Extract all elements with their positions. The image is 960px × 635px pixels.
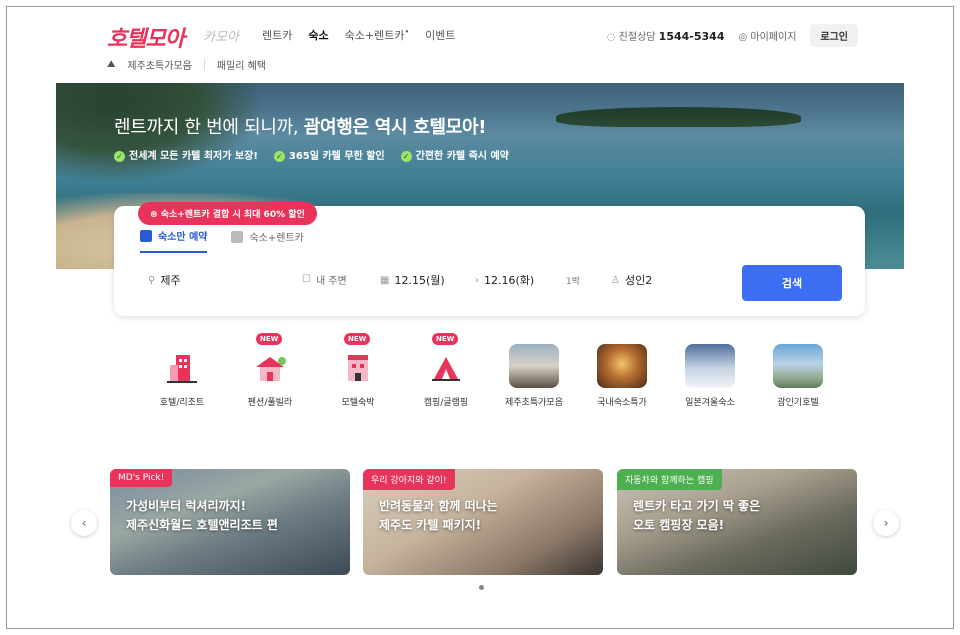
percent-icon: ⊛ xyxy=(150,210,161,220)
location-pin-icon: ⚲ xyxy=(148,274,156,286)
utility-nav: ◌ 친절상담 1544-5344 ◎ 마이페이지 로그인 xyxy=(607,24,858,47)
banner-text: 렌트카 타고 가기 딱 좋은 오토 캠핑장 모음! xyxy=(633,499,761,532)
carousel-prev-button[interactable]: ‹ xyxy=(71,510,97,536)
carousel-dot[interactable] xyxy=(479,585,484,590)
new-badge: NEW xyxy=(344,333,371,345)
search-button[interactable]: 검색 xyxy=(742,265,842,301)
hotel-icon xyxy=(167,355,197,383)
checkbox-icon: ☐ xyxy=(302,274,311,285)
check-icon: ✓ xyxy=(400,151,412,162)
feature-item: ✓ 전세계 모든 카텔 최저가 보장! xyxy=(114,147,258,162)
nav-event[interactable]: 이벤트 xyxy=(425,27,455,43)
sub-nav: ⛰ 제주초특가모음 패밀리 혜택 xyxy=(107,57,266,72)
jeju-photo xyxy=(509,344,559,388)
nights-count: 1박 xyxy=(566,277,581,287)
phone-number: 1544-5344 xyxy=(658,30,725,43)
japan-photo xyxy=(685,344,735,388)
nav-stay[interactable]: 숙소 xyxy=(308,27,328,43)
user-icon: ◎ xyxy=(738,32,748,43)
destination-field[interactable]: ⚲ 제주 xyxy=(148,272,181,288)
banner-text: 가성비부터 럭셔리까지! 제주신화월드 호텔앤리조트 편 xyxy=(126,499,278,532)
nav-rentcar[interactable]: 렌트카 xyxy=(262,27,292,43)
tab-stay-only[interactable]: 숙소만 예약 xyxy=(140,228,208,253)
building-car-icon xyxy=(231,230,244,243)
guests-field[interactable]: ♙ 성인2 xyxy=(611,272,652,288)
carousel-next-button[interactable]: › xyxy=(873,510,899,536)
carousel-dots xyxy=(479,585,484,590)
checkout-field[interactable]: › 12.16(화) xyxy=(475,272,534,288)
motel-icon xyxy=(348,355,368,381)
nearby-checkbox[interactable]: ☐ 내 주변 xyxy=(302,272,347,287)
check-icon: ✓ xyxy=(273,151,285,162)
feature-item: ✓ 365일 카텔 무한 할인 xyxy=(273,147,385,162)
banner-text: 반려동물과 함께 떠나는 제주도 카텔 패키지! xyxy=(379,499,498,532)
nav-stay-rentcar[interactable]: 숙소+렌트카• xyxy=(345,27,410,43)
page-frame: 호텔모아 카모아 렌트카 숙소 숙소+렌트카• 이벤트 ◌ 친절상담 1544-… xyxy=(6,6,954,629)
building-icon xyxy=(140,229,152,242)
camping-icon xyxy=(432,357,460,381)
banner-tag: 자동차와 함께하는 캠핑 xyxy=(617,469,722,490)
subnav-jeju[interactable]: 제주초특가모음 xyxy=(127,57,191,72)
person-icon: ♙ xyxy=(611,274,620,286)
banner-tag: 우리 강아지와 같이! xyxy=(363,469,455,490)
mypage-link[interactable]: ◎ 마이페이지 xyxy=(738,28,796,43)
pension-icon xyxy=(256,357,286,381)
divider xyxy=(203,59,205,70)
checkin-field[interactable]: ▦ 12.15(월) xyxy=(380,272,445,288)
arrow-right-icon: › xyxy=(475,274,479,286)
category-list: 호텔/리조트 NEW 펜션/풀빌라 NEW 모텔숙박 NEW 캠핑/글램핑 제주… xyxy=(147,333,827,413)
tab-stay-rentcar[interactable]: 숙소+렌트카 xyxy=(231,228,304,253)
banner-shinhwa[interactable]: MD's Pick! 가성비부터 럭셔리까지! 제주신화월드 호텔앤리조트 편 xyxy=(110,469,350,575)
check-icon: ✓ xyxy=(114,151,125,162)
banner-camping[interactable]: 자동차와 함께하는 캠핑 렌트카 타고 가기 딱 좋은 오토 캠핑장 모음! xyxy=(617,469,857,575)
promo-badge: ⊛ 숙소+렌트카 결합 시 최대 60% 할인 xyxy=(138,202,317,225)
feature-item: ✓ 간편한 카텔 즉시 예약 xyxy=(400,147,509,162)
consult-link[interactable]: ◌ 친절상담 1544-5344 xyxy=(607,28,725,43)
new-badge: NEW xyxy=(256,333,283,345)
guam-photo xyxy=(773,344,823,388)
new-badge: NEW xyxy=(432,333,459,345)
hero-title: 렌트까지 한 번에 되니까, 괌여행은 역시 호텔모아! xyxy=(114,117,487,138)
domestic-photo xyxy=(597,344,647,388)
island-image xyxy=(556,107,801,127)
hero-features: ✓ 전세계 모든 카텔 최저가 보장! ✓ 365일 카텔 무한 할인 ✓ 간편한 카… xyxy=(114,147,509,162)
headset-icon: ◌ xyxy=(606,32,616,43)
main-nav: 렌트카 숙소 숙소+렌트카• 이벤트 xyxy=(262,27,456,43)
sub-logo[interactable]: 카모아 xyxy=(203,26,239,45)
search-tabs: 숙소만 예약 숙소+렌트카 xyxy=(140,228,304,253)
login-button[interactable]: 로그인 xyxy=(810,24,858,47)
banner-tag: MD's Pick! xyxy=(110,469,173,487)
logo[interactable]: 호텔모아 xyxy=(107,21,185,53)
calendar-icon: ▦ xyxy=(380,274,390,286)
subnav-family[interactable]: 패밀리 혜택 xyxy=(217,57,266,72)
mountain-icon: ⛰ xyxy=(107,59,116,70)
banner-pet[interactable]: 우리 강아지와 같이! 반려동물과 함께 떠나는 제주도 카텔 패키지! xyxy=(363,469,603,575)
